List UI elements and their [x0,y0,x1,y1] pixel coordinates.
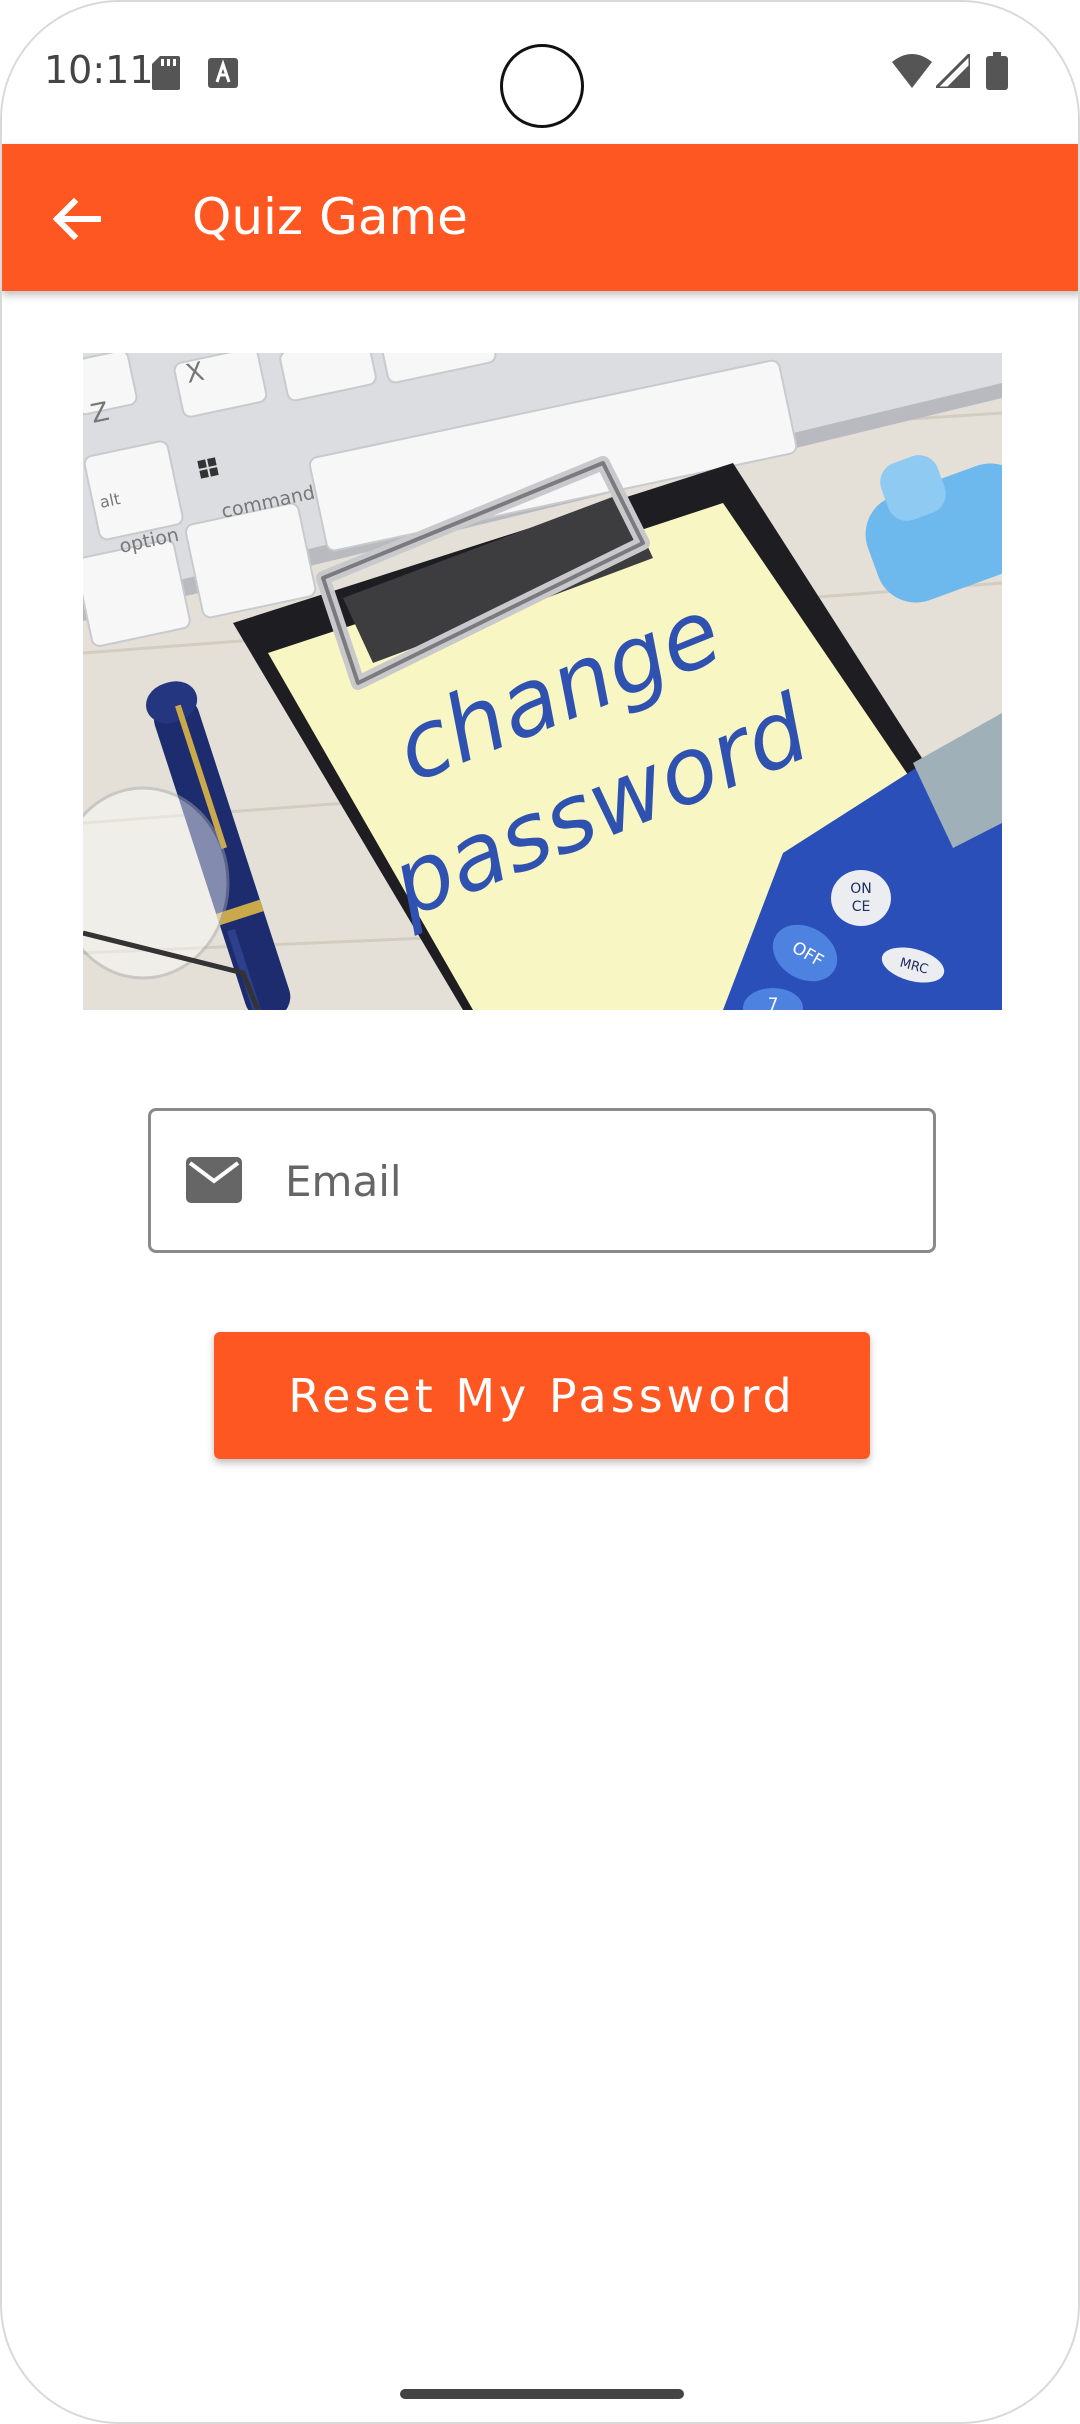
camera-cutout [500,44,584,128]
app-title: Quiz Game [192,188,468,246]
a-notification-icon [208,58,238,93]
battery-icon [986,52,1008,95]
app-bar: Quiz Game [2,144,1078,291]
home-indicator[interactable] [400,2389,684,2399]
wifi-icon [892,54,932,93]
arrow-left-icon [52,197,101,241]
calc-ce-label: CE [852,899,871,915]
status-bar: 10:11 [2,2,1078,144]
email-field[interactable] [148,1108,936,1253]
calc-on-label: ON [850,881,872,897]
email-input[interactable] [285,1141,885,1221]
change-password-image: Z X alt option command change password O… [83,353,1002,1010]
phone-screen: 10:11 Quiz Game Z X alt option command c… [0,0,1080,2424]
signal-icon [932,50,972,93]
back-button[interactable] [42,184,112,254]
reset-password-button[interactable]: Reset My Password [214,1332,870,1459]
calc-seven-label: 7 [768,995,779,1010]
sd-card-icon [152,56,180,95]
mail-icon [186,1157,242,1203]
status-time: 10:11 [44,48,154,92]
